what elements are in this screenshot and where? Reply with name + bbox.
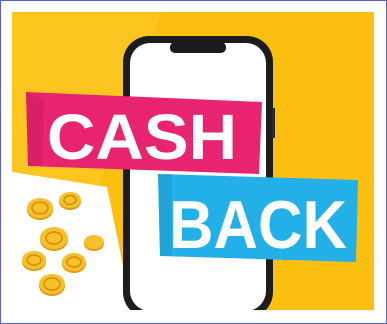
coin-icon: [22, 251, 46, 271]
coin-icon: [62, 253, 86, 273]
coin-icon: [59, 192, 81, 210]
coin-icon: [84, 235, 104, 251]
coin-icon: [40, 227, 68, 251]
coin-icon: [39, 274, 65, 296]
cash-word: CASH: [47, 101, 237, 173]
cashback-banner: CASH BACK: [12, 12, 374, 310]
coin-icon: [27, 198, 53, 220]
phone-notch: [170, 42, 226, 53]
image-frame: CASH BACK: [0, 0, 387, 324]
cashback-illustration: CASH BACK: [12, 12, 374, 310]
back-word: BACK: [169, 187, 347, 263]
